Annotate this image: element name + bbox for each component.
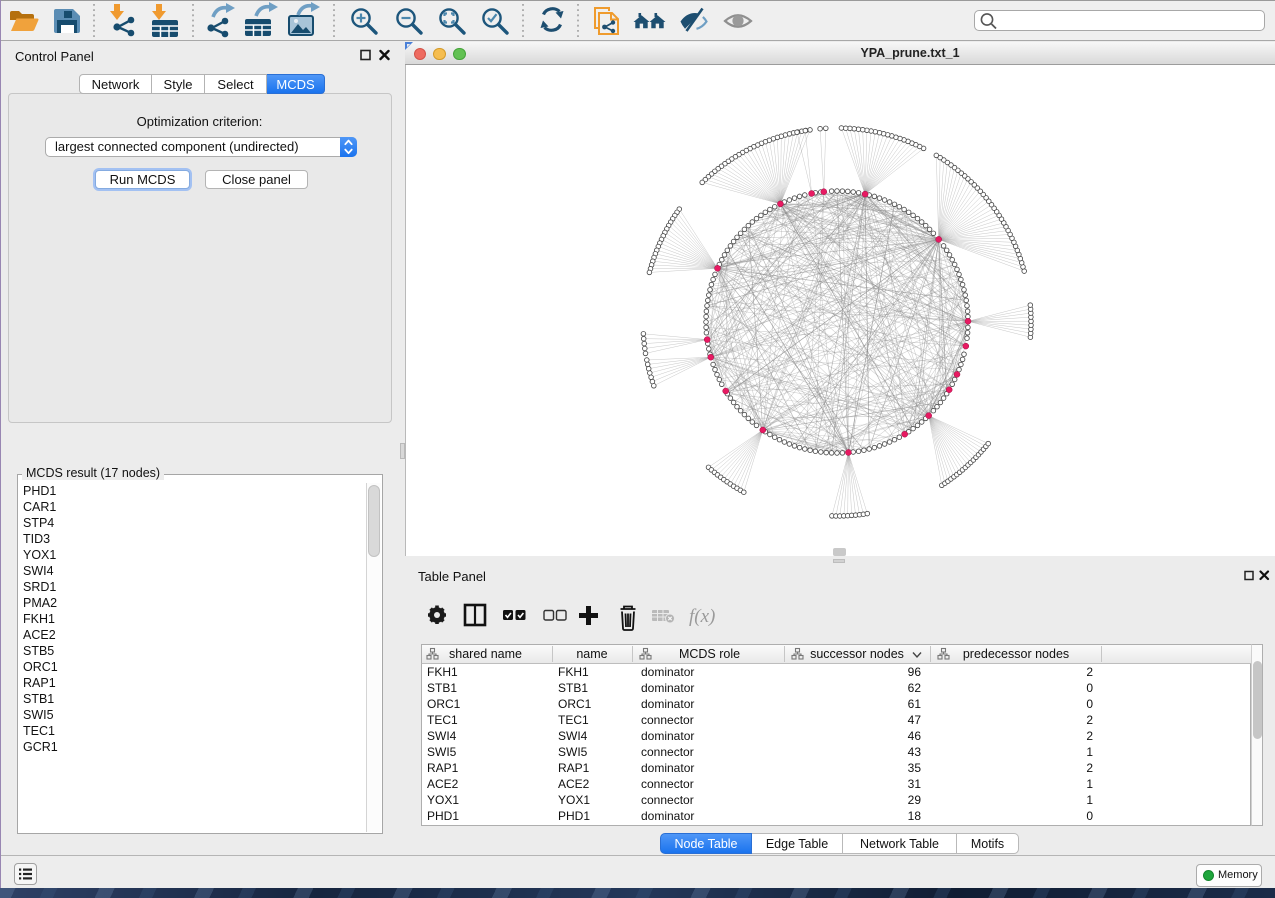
svg-text:f(x): f(x) [689, 606, 715, 627]
